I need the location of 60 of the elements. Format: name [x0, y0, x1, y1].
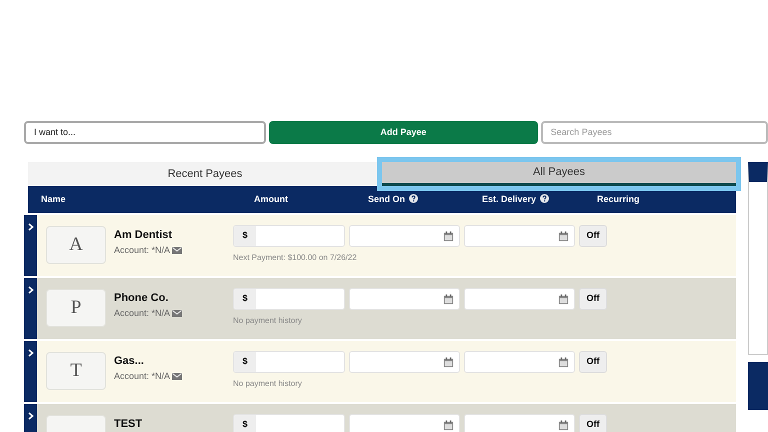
payee-name[interactable]: TEST — [114, 416, 233, 432]
amount-field[interactable]: $ — [233, 288, 345, 310]
amount-field[interactable]: $ — [233, 414, 345, 432]
column-header: Recurring — [597, 192, 640, 206]
send-date-field[interactable] — [349, 288, 460, 310]
calendar-icon — [443, 420, 454, 430]
recurring-toggle[interactable]: Off — [579, 351, 607, 373]
send-date-field[interactable] — [349, 225, 460, 247]
send-date-field[interactable] — [349, 414, 460, 432]
calendar-icon — [558, 420, 569, 430]
chevron-right-icon — [28, 349, 34, 357]
column-header: Send On — [368, 192, 418, 206]
send-date-field[interactable] — [349, 351, 460, 373]
help-icon[interactable] — [540, 194, 550, 203]
envelope-icon — [172, 310, 182, 317]
action-select[interactable]: I want to... — [24, 121, 266, 144]
payment-note: No payment history — [233, 315, 303, 327]
recurring-toggle[interactable]: Off — [579, 288, 607, 310]
payment-note: Next Payment: $100.00 on 7/26/22 — [233, 252, 358, 264]
payee-tab[interactable]: Recent Payees — [28, 162, 382, 186]
recurring-toggle[interactable]: Off — [579, 414, 607, 432]
side-panel-header — [748, 362, 768, 410]
column-header: Amount — [254, 192, 288, 206]
delivery-date-field[interactable] — [464, 351, 575, 373]
account-number: Account: *N/A — [114, 370, 170, 382]
currency-symbol: $ — [234, 352, 256, 372]
avatar-letter: P — [70, 296, 82, 320]
amount-field[interactable]: $ — [233, 351, 345, 373]
help-icon[interactable] — [409, 194, 418, 203]
recurring-toggle[interactable]: Off — [579, 225, 607, 247]
account-number: Account: *N/A — [114, 306, 170, 320]
calendar-icon — [443, 294, 454, 304]
delivery-date-field[interactable] — [464, 288, 575, 310]
currency-symbol: $ — [234, 415, 256, 432]
calendar-icon — [443, 230, 454, 242]
currency-symbol: $ — [234, 226, 256, 246]
avatar-letter: A — [69, 232, 83, 257]
calendar-icon — [558, 230, 569, 242]
chevron-right-icon — [28, 412, 34, 420]
payment-note: No payment history — [233, 378, 303, 390]
amount-field[interactable]: $ — [233, 225, 345, 247]
delivery-date-field[interactable] — [464, 225, 575, 247]
column-header: Name — [41, 192, 66, 206]
avatar-letter: T — [70, 358, 82, 383]
payee-name[interactable]: Phone Co. — [114, 290, 233, 306]
search-field[interactable]: Search Payees — [540, 121, 768, 144]
column-header: Est. Delivery — [482, 192, 550, 206]
payee-name[interactable]: Gas... — [114, 353, 233, 370]
calendar-icon — [558, 294, 569, 304]
envelope-icon — [172, 372, 182, 380]
account-number: Account: *N/A — [114, 244, 170, 256]
add-payee-button[interactable]: Add Payee — [269, 121, 538, 144]
calendar-icon — [558, 356, 569, 368]
currency-symbol: $ — [234, 289, 256, 309]
payee-name[interactable]: Am Dentist — [114, 227, 233, 244]
envelope-icon — [172, 246, 182, 254]
delivery-date-field[interactable] — [464, 414, 575, 432]
calendar-icon — [443, 356, 454, 368]
chevron-right-icon — [28, 286, 34, 294]
chevron-right-icon — [28, 223, 34, 231]
